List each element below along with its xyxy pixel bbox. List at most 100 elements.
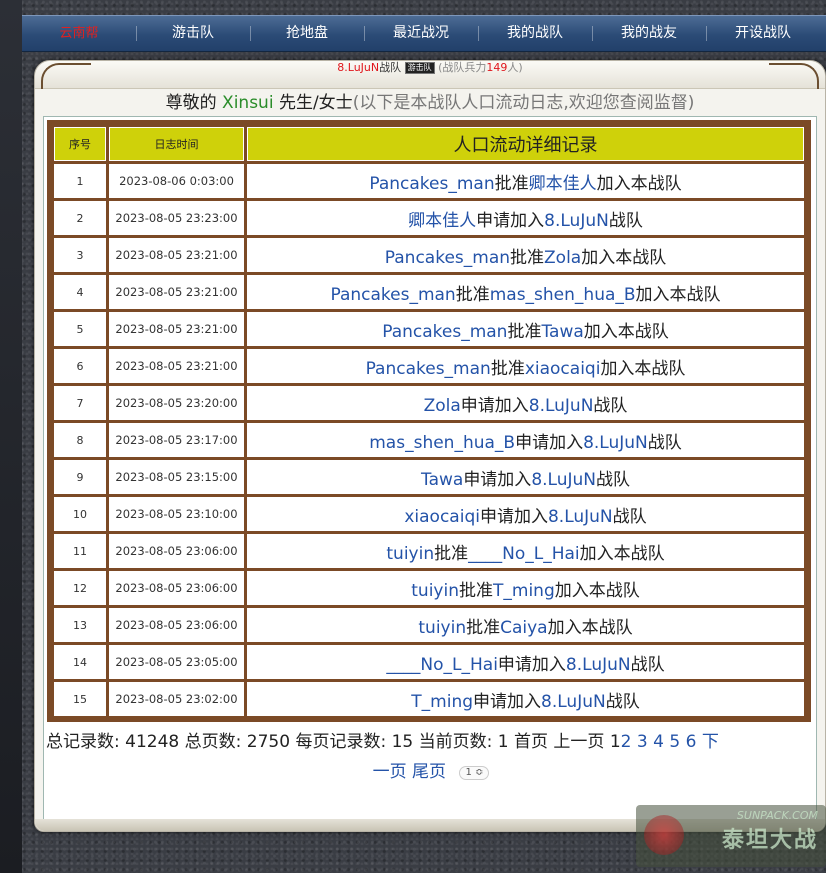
page-link-4[interactable]: 4 <box>653 732 664 752</box>
cell-index: 15 <box>54 682 106 716</box>
cell-index: 12 <box>54 571 106 605</box>
detail-text: 批准 <box>510 247 545 268</box>
page-link-1[interactable]: 1 <box>610 732 621 752</box>
cell-time: 2023-08-06 0:03:00 <box>109 164 244 198</box>
greeting-note: (以下是本战队人口流动日志,欢迎您查阅监督) <box>352 93 695 113</box>
player-link[interactable]: 8.LuJuN <box>541 692 606 712</box>
player-link[interactable]: 8.LuJuN <box>548 507 613 527</box>
player-link[interactable]: Pancakes_man <box>369 174 494 194</box>
detail-text: 加入本战队 <box>547 617 633 638</box>
table-row: 4 2023-08-05 23:21:00 Pancakes_man批准mas_sh… <box>54 275 804 309</box>
nav-item-my-team[interactable]: 我的战队 <box>478 15 592 52</box>
cell-index: 1 <box>54 164 106 198</box>
player-link[interactable]: Zola <box>544 248 581 268</box>
team-strength-value: 149 <box>486 61 508 74</box>
watermark-logo-icon <box>644 815 684 855</box>
last-page-link[interactable]: 尾页 <box>412 762 446 782</box>
player-link[interactable]: tuiyin <box>418 618 466 638</box>
cell-detail: Zola申请加入8.LuJuN战队 <box>247 386 804 420</box>
detail-text: 战队 <box>605 691 640 712</box>
next-page-link[interactable]: 一页 <box>373 762 407 782</box>
page-link-3[interactable]: 3 <box>637 732 648 752</box>
page-link-5[interactable]: 5 <box>669 732 680 752</box>
nav-item-create-team[interactable]: 开设战队 <box>706 15 820 52</box>
cell-detail: mas_shen_hua_B申请加入8.LuJuN战队 <box>247 423 804 457</box>
cell-index: 14 <box>54 645 106 679</box>
table-row: 10 2023-08-05 23:10:00 xiaocaiqi申请加入8.LuJu… <box>54 497 804 531</box>
cell-time: 2023-08-05 23:21:00 <box>109 349 244 383</box>
detail-text: 批准 <box>494 173 529 194</box>
player-link[interactable]: tuiyin <box>411 581 459 601</box>
detail-text: 战队 <box>595 469 630 490</box>
table-row: 7 2023-08-05 23:20:00 Zola申请加入8.LuJuN战队 <box>54 386 804 420</box>
log-table-frame: 序号 日志时间 人口流动详细记录 1 2023-08-06 0:03:00 Panc… <box>47 120 811 722</box>
cell-index: 11 <box>54 534 106 568</box>
player-link[interactable]: Tawa <box>421 470 463 490</box>
detail-text: 加入本战队 <box>579 543 665 564</box>
first-page-link[interactable]: 首页 <box>514 732 548 752</box>
nav-item-my-comrades[interactable]: 我的战友 <box>592 15 706 52</box>
detail-text: 申请加入 <box>479 506 548 527</box>
nav-item-guerrilla[interactable]: 游击队 <box>136 15 250 52</box>
detail-text: 申请加入 <box>476 210 545 231</box>
pagination: 总记录数: 41248 总页数: 2750 每页记录数: 15 当前页数: 1 … <box>44 727 818 787</box>
detail-text: 批准 <box>490 358 525 379</box>
per-page-label: 每页记录数: <box>295 732 387 752</box>
next-page-link-start[interactable]: 下 <box>702 732 719 752</box>
prev-page-link[interactable]: 上一页 <box>553 732 604 752</box>
player-link[interactable]: Caiya <box>500 618 548 638</box>
nav-item-territory[interactable]: 抢地盘 <box>250 15 364 52</box>
table-row: 9 2023-08-05 23:15:00 Tawa申请加入8.LuJuN战队 <box>54 460 804 494</box>
cell-detail: ____No_L_Hai申请加入8.LuJuN战队 <box>247 645 804 679</box>
greeting-prefix: 尊敬的 <box>165 93 223 113</box>
player-link[interactable]: 卿本佳人 <box>529 174 597 194</box>
player-link[interactable]: tuiyin <box>386 544 434 564</box>
player-link[interactable]: mas_shen_hua_B <box>490 285 636 305</box>
player-link[interactable]: ____No_L_Hai <box>468 544 580 564</box>
player-link[interactable]: xiaocaiqi <box>525 359 601 379</box>
player-link[interactable]: 8.LuJuN <box>529 396 594 416</box>
cell-time: 2023-08-05 23:06:00 <box>109 534 244 568</box>
cell-time: 2023-08-05 23:21:00 <box>109 238 244 272</box>
player-link[interactable]: Tawa <box>541 322 583 342</box>
team-label: 战队 <box>379 61 402 74</box>
cell-time: 2023-08-05 23:21:00 <box>109 275 244 309</box>
site-watermark: SUNPACK.COM 泰坦大战 <box>636 805 826 867</box>
left-frame <box>0 0 22 873</box>
player-link[interactable]: Pancakes_man <box>385 248 510 268</box>
player-link[interactable]: Pancakes_man <box>330 285 455 305</box>
cell-index: 5 <box>54 312 106 346</box>
page-select-dropdown[interactable]: 1 ≎ <box>459 766 490 780</box>
table-header-row: 序号 日志时间 人口流动详细记录 <box>54 127 804 161</box>
player-link[interactable]: T_ming <box>411 692 473 712</box>
player-link[interactable]: 卿本佳人 <box>408 211 476 231</box>
per-page-value: 15 <box>391 732 414 752</box>
player-link[interactable]: T_ming <box>493 581 555 601</box>
log-content-box: 序号 日志时间 人口流动详细记录 1 2023-08-06 0:03:00 Panc… <box>43 116 817 821</box>
team-header: 8.LuJuN战队 游击队 (战队兵力149人) <box>35 61 825 77</box>
table-row: 13 2023-08-05 23:06:00 tuiyin批准Caiya加入本战队 <box>54 608 804 642</box>
player-link[interactable]: xiaocaiqi <box>404 507 480 527</box>
player-link[interactable]: 8.LuJuN <box>566 655 631 675</box>
header-time: 日志时间 <box>109 127 244 161</box>
page-link-6[interactable]: 6 <box>686 732 697 752</box>
team-name-link[interactable]: 8.LuJuN <box>337 61 379 74</box>
detail-text: 战队 <box>647 432 682 453</box>
page-link-2[interactable]: 2 <box>621 732 632 752</box>
player-link[interactable]: Pancakes_man <box>382 322 507 342</box>
cell-time: 2023-08-05 23:02:00 <box>109 682 244 716</box>
team-strength-suffix: 人) <box>507 61 523 74</box>
nav-item-yunnan[interactable]: 云南帮 <box>22 15 136 52</box>
detail-text: 批准 <box>434 543 469 564</box>
player-link[interactable]: Pancakes_man <box>366 359 491 379</box>
player-link[interactable]: 8.LuJuN <box>583 433 648 453</box>
player-link[interactable]: 8.LuJuN <box>531 470 596 490</box>
cell-index: 6 <box>54 349 106 383</box>
player-link[interactable]: 8.LuJuN <box>544 211 609 231</box>
player-link[interactable]: ____No_L_Hai <box>386 655 498 675</box>
nav-item-recent-battles[interactable]: 最近战况 <box>364 15 478 52</box>
cell-index: 4 <box>54 275 106 309</box>
player-link[interactable]: Zola <box>424 396 461 416</box>
player-link[interactable]: mas_shen_hua_B <box>369 433 515 453</box>
total-records-label: 总记录数: <box>46 732 120 752</box>
